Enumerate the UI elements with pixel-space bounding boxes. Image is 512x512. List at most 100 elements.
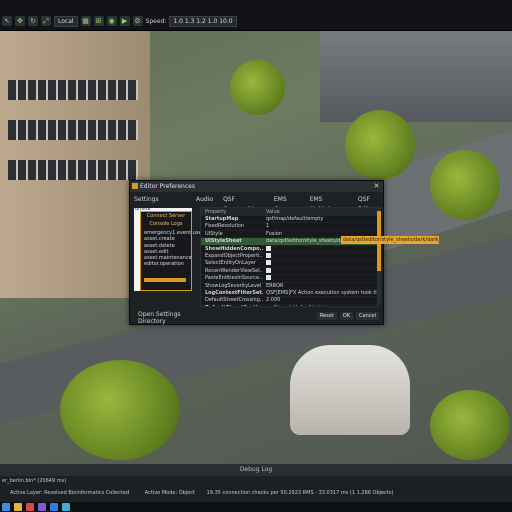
tree — [230, 60, 285, 115]
active-mode: Active Mode: Object — [144, 490, 196, 496]
column-value: Value — [266, 209, 280, 215]
status-area: Debug Log er_berlin.bin* (20649 ms) Acti… — [0, 464, 512, 512]
scale-tool-icon[interactable]: ⤢ — [41, 16, 51, 26]
property-value[interactable]: 2.000 — [263, 297, 377, 303]
value-tooltip: data/qsf/editor/style_sheets/dark/dark_q… — [341, 236, 439, 244]
property-value[interactable]: em5/mesh/default/missing — [263, 305, 377, 306]
app-icon — [132, 183, 138, 189]
property-value[interactable]: 1 — [263, 223, 377, 229]
reset-button[interactable]: Reset — [316, 312, 337, 320]
dialog-buttons: Reset OK Cancel — [316, 312, 379, 320]
property-grid[interactable]: Property Value StartupMap qsf/map/default… — [200, 207, 378, 307]
property-row[interactable]: ShowLogSeverityLevel ERROR — [201, 283, 377, 290]
property-name: ShowLogSeverityLevel — [205, 282, 262, 289]
settings-icon[interactable]: ⚙ — [132, 16, 143, 26]
property-row[interactable]: ShowHiddenCompo... — [201, 245, 377, 253]
property-checkbox[interactable] — [263, 267, 377, 274]
start-icon[interactable] — [2, 503, 10, 511]
editor-toolbar: ↖ ✥ ↻ ⤢ Local ▦ ⊞ ◉ ▶ ⚙ Speed: 1.0 1.3 1… — [0, 0, 512, 31]
console-logs-panel: Connect Server Console Logs emergency1.e… — [140, 211, 202, 291]
browser-icon[interactable] — [26, 503, 34, 511]
settings-label: Settings — [134, 196, 159, 203]
console-logs-header: Console Logs — [149, 221, 183, 227]
ok-button[interactable]: OK — [339, 312, 354, 320]
taskbar — [0, 502, 512, 512]
editor-preferences-dialog: Editor Preferences ✕ Settings offline Co… — [129, 180, 439, 325]
checkbox-icon[interactable] — [266, 260, 271, 266]
list-item[interactable]: editor.operation — [144, 261, 188, 267]
property-name: FixedResolution — [205, 223, 245, 230]
property-row[interactable]: LogContextFilterSet... QSF|EMS|FX Action … — [201, 289, 377, 298]
editor-app-icon[interactable] — [50, 503, 58, 511]
close-icon[interactable]: ✕ — [372, 182, 381, 191]
grid-scrollbar[interactable] — [377, 207, 381, 305]
property-name: DefaultStreetCrossing... — [205, 297, 263, 304]
property-row[interactable]: PasteEntitiesInSource... — [201, 275, 377, 283]
tab-qsf-editor[interactable]: QSF Editor — [358, 195, 383, 213]
property-name: StartupMap — [205, 216, 239, 222]
ide-icon[interactable] — [38, 503, 46, 511]
building-windows — [8, 80, 138, 100]
column-property: Property — [205, 209, 227, 215]
move-tool-icon[interactable]: ✥ — [15, 16, 25, 26]
property-name: UIStyle — [205, 230, 223, 237]
grid-icon[interactable]: ▦ — [80, 16, 91, 26]
speed-values[interactable]: 1.0 1.3 1.2 1.0 10.0 — [169, 15, 237, 27]
checked-checkbox-icon[interactable] — [266, 245, 271, 251]
settings-panel: Settings offline Connect Server Console … — [134, 195, 202, 325]
layer-select[interactable]: Local — [54, 15, 78, 27]
tab-ems-game[interactable]: EMS Game — [274, 195, 300, 213]
property-row[interactable]: StartupMap qsf/map/default/empty — [201, 216, 377, 224]
list-scrollbar[interactable] — [144, 278, 186, 282]
property-value[interactable]: qsf/map/default/empty — [263, 216, 377, 222]
select-tool-icon[interactable]: ↖ — [2, 16, 12, 26]
property-name: SelectEntityOnLayer — [205, 260, 257, 267]
property-name: DefaultStreetSection... — [201, 305, 263, 306]
property-value[interactable]: QSF|EMS|FX Action execution system took … — [263, 290, 377, 296]
property-name: ShowHiddenCompo... — [205, 245, 263, 252]
property-checkbox[interactable] — [263, 252, 377, 259]
explorer-icon[interactable] — [14, 503, 22, 511]
cancel-button[interactable]: Cancel — [356, 312, 379, 320]
property-name: UIStyleSheet — [205, 238, 242, 245]
tab-audio[interactable]: Audio — [196, 195, 213, 205]
grid-header: Property Value — [201, 208, 377, 216]
kiosk-building — [290, 345, 410, 435]
connect-server-button[interactable]: Connect Server — [141, 212, 191, 220]
dialog-title: Editor Preferences — [140, 183, 195, 190]
property-checkbox[interactable] — [263, 260, 377, 266]
tree — [345, 110, 415, 180]
play-icon[interactable]: ▶ — [119, 16, 130, 26]
checkbox-icon[interactable] — [266, 267, 271, 273]
tab-ems-multiplayer[interactable]: EMS Multiplayer — [310, 195, 348, 213]
building-right — [320, 22, 512, 122]
open-settings-directory-button[interactable]: Open Settings Directory — [138, 311, 192, 325]
checkbox-icon[interactable] — [266, 275, 271, 281]
snap-icon[interactable]: ⊞ — [93, 16, 104, 26]
camera-icon[interactable]: ◉ — [106, 16, 117, 26]
debug-log-tab[interactable]: Debug Log — [0, 464, 512, 476]
property-row[interactable]: DefaultStreetSection...em5/mesh/default/… — [201, 305, 377, 306]
file-status: er_berlin.bin* (20649 ms) — [2, 478, 67, 484]
dialog-titlebar: Editor Preferences ✕ — [130, 181, 383, 192]
property-checkbox[interactable] — [263, 245, 377, 252]
app-icon[interactable] — [62, 503, 70, 511]
property-checkbox[interactable] — [263, 275, 377, 281]
property-value[interactable]: ERROR — [263, 283, 377, 289]
rotate-tool-icon[interactable]: ↻ — [28, 16, 38, 26]
property-name: PasteEntitiesInSource... — [205, 275, 263, 282]
active-layer: Active Layer: Resolved Bioinformatics Co… — [10, 490, 130, 496]
property-name: LogContextFilterSet... — [205, 289, 263, 296]
property-row[interactable]: SelectEntityOnLayer — [201, 260, 377, 268]
checkbox-icon[interactable] — [266, 252, 271, 258]
building-windows — [8, 160, 138, 180]
preference-tabs: Audio QSF Compositing EMS Game EMS Multi… — [196, 195, 383, 213]
building-windows — [8, 120, 138, 140]
tab-qsf-compositing[interactable]: QSF Compositing — [223, 195, 264, 213]
property-row[interactable]: ExpandObjectProperti... — [201, 252, 377, 261]
property-row[interactable]: DefaultStreetCrossing... 2.000 — [201, 297, 377, 305]
property-row[interactable]: FixedResolution 1 — [201, 223, 377, 231]
property-row[interactable]: RecentRenderViewSel... — [201, 267, 377, 276]
status-bar: Active Layer: Resolved Bioinformatics Co… — [0, 488, 512, 498]
property-name: RecentRenderViewSel... — [205, 267, 263, 274]
